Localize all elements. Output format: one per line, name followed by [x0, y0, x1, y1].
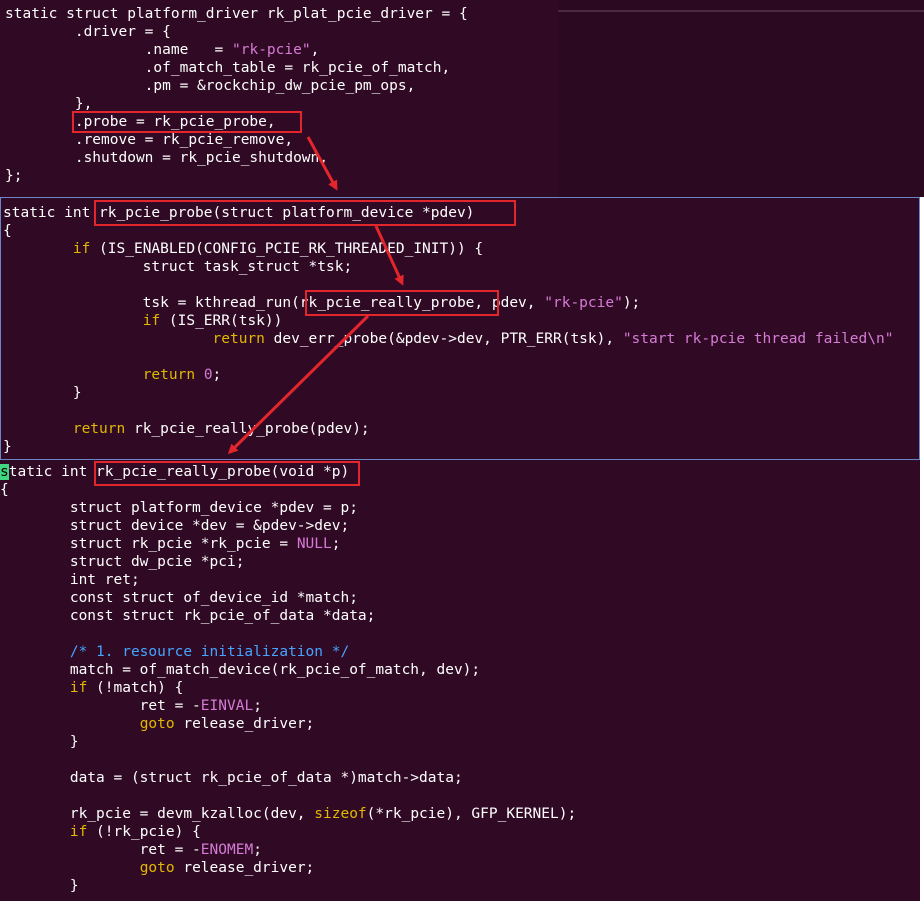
code-line: struct device *dev = &pdev->dev;	[0, 518, 350, 534]
string-literal: "rk-pcie"	[232, 42, 311, 58]
code-line: const struct rk_pcie_of_data *data;	[0, 608, 376, 624]
text-cursor: s	[0, 464, 9, 480]
code-line: .of_match_table = rk_pcie_of_match,	[5, 60, 451, 76]
keyword-if: if	[69, 680, 88, 696]
code-line: {	[0, 482, 9, 498]
constant-einval: EINVAL	[200, 698, 254, 714]
code-line: .name = "rk-pcie",	[144, 42, 320, 58]
code-line: .driver = {	[5, 24, 171, 40]
code-line: static int rk_pcie_probe(struct platform…	[3, 205, 475, 221]
code-fragment: .name =	[144, 42, 232, 58]
code-line: }	[0, 878, 79, 894]
code-line: },	[5, 96, 93, 112]
code-line: struct rk_pcie *rk_pcie = NULL;	[0, 536, 341, 552]
code-line: struct dw_pcie *pci;	[0, 554, 245, 570]
code-line: return 0;	[142, 367, 222, 383]
code-line: };	[5, 168, 23, 184]
string-literal: "rk-pcie"	[544, 295, 623, 311]
code-line: .remove = rk_pcie_remove,	[5, 132, 294, 148]
code-line: int ret;	[0, 572, 140, 588]
code-line: ret = -ENOMEM;	[0, 842, 262, 858]
code-line: }	[0, 734, 79, 750]
keyword-return: return	[72, 421, 126, 437]
code-block-really-probe: static int rk_pcie_really_probe(void *p)…	[0, 463, 576, 895]
code-panel-driver-struct: static struct platform_driver rk_plat_pc…	[0, 0, 558, 197]
code-line: .shutdown = rk_pcie_shutdown,	[5, 150, 329, 166]
code-panel-probe-function: static int rk_pcie_probe(struct platform…	[0, 197, 920, 460]
number-literal: 0	[203, 367, 213, 383]
code-panel-really-probe-function: static int rk_pcie_really_probe(void *p)…	[0, 460, 678, 901]
code-block-driver-struct: static struct platform_driver rk_plat_pc…	[5, 5, 468, 185]
keyword-goto: goto	[139, 860, 175, 876]
code-line: return rk_pcie_really_probe(pdev);	[72, 421, 370, 437]
code-line: .pm = &rockchip_dw_pcie_pm_ops,	[5, 78, 416, 94]
code-line: if (!match) {	[69, 680, 184, 696]
code-line: }	[3, 385, 82, 401]
keyword-return: return	[212, 331, 265, 347]
code-line: data = (struct rk_pcie_of_data *)match->…	[0, 770, 463, 786]
code-line: tsk = kthread_run(rk_pcie_really_probe, …	[3, 295, 641, 311]
code-line: return dev_err_probe(&pdev->dev, PTR_ERR…	[212, 331, 894, 347]
constant-null: NULL	[296, 536, 332, 552]
keyword-goto: goto	[139, 716, 175, 732]
code-line: static int rk_pcie_really_probe(void *p)	[0, 464, 350, 480]
code-block-probe-function: static int rk_pcie_probe(struct platform…	[3, 204, 893, 456]
code-line: goto release_driver;	[139, 860, 315, 876]
keyword-if: if	[142, 313, 161, 329]
code-line: struct task_struct *tsk;	[3, 259, 353, 275]
keyword-return: return	[142, 367, 196, 383]
code-line: }	[3, 439, 12, 455]
code-line: struct platform_device *pdev = p;	[0, 500, 358, 516]
terminal-background-top-right	[558, 0, 924, 197]
string-literal: "start rk-pcie thread failed\n"	[622, 331, 894, 347]
code-line: goto release_driver;	[139, 716, 315, 732]
code-line: ret = -EINVAL;	[0, 698, 262, 714]
keyword-sizeof: sizeof	[314, 806, 367, 822]
code-line: if (IS_ENABLED(CONFIG_PCIE_RK_THREADED_I…	[72, 241, 484, 257]
code-line: {	[3, 223, 12, 239]
keyword-if: if	[69, 824, 88, 840]
code-line: if (!rk_pcie) {	[69, 824, 201, 840]
code-line-probe: .probe = rk_pcie_probe,	[5, 114, 276, 130]
code-line: if (IS_ERR(tsk))	[142, 313, 283, 329]
keyword-if: if	[72, 241, 91, 257]
code-line: rk_pcie = devm_kzalloc(dev, sizeof(*rk_p…	[0, 806, 577, 822]
constant-enomem: ENOMEM	[200, 842, 254, 858]
code-comment: /* 1. resource initialization */	[0, 644, 350, 660]
code-line: static struct platform_driver rk_plat_pc…	[5, 6, 468, 22]
terminal-background-bottom-right	[678, 460, 920, 901]
divider	[558, 10, 924, 12]
code-line: const struct of_device_id *match;	[0, 590, 358, 606]
code-line: match = of_match_device(rk_pcie_of_match…	[0, 662, 481, 678]
